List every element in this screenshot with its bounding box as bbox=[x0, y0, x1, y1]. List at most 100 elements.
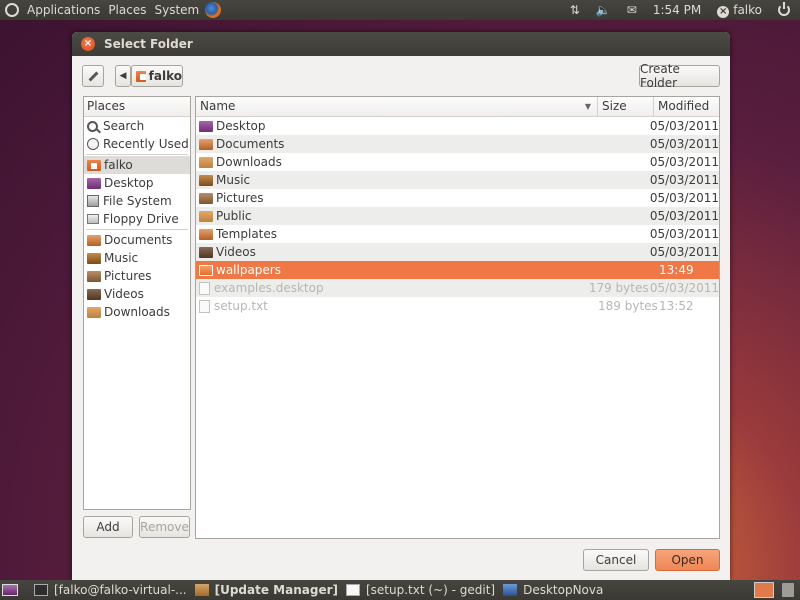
file-list-header: Name ▼ Size Modified bbox=[196, 97, 719, 117]
workspace-switcher[interactable] bbox=[754, 582, 774, 598]
folder-icon bbox=[199, 264, 213, 276]
file-row[interactable]: Videos 05/03/2011 bbox=[196, 243, 719, 261]
desktopnova-icon bbox=[503, 584, 518, 596]
place-item-label: Search bbox=[103, 119, 145, 133]
file-row-selected[interactable]: wallpapers 13:49 bbox=[196, 261, 719, 279]
file-name: setup.txt bbox=[214, 299, 268, 313]
file-modified: 13:49 bbox=[659, 263, 694, 277]
clock[interactable]: 1:54 PM bbox=[653, 3, 701, 17]
file-row[interactable]: Templates 05/03/2011 bbox=[196, 225, 719, 243]
downloads-folder-icon bbox=[87, 306, 101, 318]
file-row[interactable]: Music 05/03/2011 bbox=[196, 171, 719, 189]
file-name: Documents bbox=[216, 137, 285, 151]
music-folder-icon bbox=[199, 174, 213, 186]
task-terminal[interactable]: [falko@falko-virtual-... bbox=[30, 580, 191, 600]
user-icon: × bbox=[717, 5, 730, 18]
home-folder-icon bbox=[136, 70, 146, 82]
places-header[interactable]: Places bbox=[84, 97, 190, 117]
file-modified: 05/03/2011 bbox=[649, 245, 719, 259]
ubuntu-logo-icon[interactable] bbox=[5, 3, 19, 17]
remove-bookmark-button[interactable]: Remove bbox=[139, 516, 190, 538]
path-button-falko[interactable]: falko bbox=[131, 65, 183, 87]
trash-icon[interactable] bbox=[782, 583, 794, 597]
file-size bbox=[590, 135, 645, 153]
network-icon[interactable]: ⇅ bbox=[570, 3, 580, 17]
file-name: wallpapers bbox=[216, 263, 281, 277]
file-name: examples.desktop bbox=[214, 281, 324, 295]
power-icon[interactable] bbox=[778, 2, 790, 16]
place-item-falko[interactable]: falko bbox=[84, 156, 190, 174]
close-icon[interactable]: × bbox=[81, 37, 95, 51]
menu-system[interactable]: System bbox=[150, 3, 203, 17]
file-icon bbox=[199, 281, 210, 295]
templates-folder-icon bbox=[199, 228, 213, 240]
top-panel: Applications Places System ⇅ 🔈 ✉ 1:54 PM… bbox=[0, 0, 800, 20]
desktop-folder-icon bbox=[87, 177, 101, 189]
show-desktop-icon[interactable] bbox=[2, 584, 18, 596]
place-item-file-system[interactable]: File System bbox=[84, 192, 190, 210]
add-bookmark-button[interactable]: Add bbox=[83, 516, 133, 538]
file-name: Downloads bbox=[216, 155, 282, 169]
place-item-pictures[interactable]: Pictures bbox=[84, 267, 190, 285]
file-row[interactable]: Pictures 05/03/2011 bbox=[196, 189, 719, 207]
task-gedit[interactable]: [setup.txt (~) - gedit] bbox=[342, 580, 499, 600]
place-item-floppy-drive[interactable]: Floppy Drive bbox=[84, 210, 190, 228]
file-size bbox=[590, 243, 645, 261]
create-folder-button[interactable]: Create Folder bbox=[639, 62, 720, 90]
public-folder-icon bbox=[199, 210, 213, 222]
gedit-icon bbox=[345, 584, 360, 596]
file-size bbox=[590, 225, 645, 243]
file-modified: 05/03/2011 bbox=[649, 281, 719, 295]
place-item-label: Downloads bbox=[104, 305, 170, 319]
user-menu[interactable]: × falko bbox=[717, 3, 762, 18]
column-header-modified[interactable]: Modified bbox=[654, 97, 719, 116]
videos-folder-icon bbox=[199, 246, 213, 258]
file-size bbox=[598, 261, 654, 279]
volume-icon[interactable]: 🔈 bbox=[596, 3, 611, 17]
place-item-desktop[interactable]: Desktop bbox=[84, 174, 190, 192]
place-item-videos[interactable]: Videos bbox=[84, 285, 190, 303]
task-update-manager[interactable]: [Update Manager] bbox=[191, 580, 342, 600]
terminal-icon bbox=[34, 584, 48, 596]
file-size bbox=[590, 189, 645, 207]
place-item-label: Desktop bbox=[104, 176, 154, 190]
path-back-button[interactable]: ◀ bbox=[115, 65, 131, 87]
file-name: Desktop bbox=[216, 119, 266, 133]
type-location-button[interactable] bbox=[82, 65, 104, 87]
place-item-recently-used[interactable]: Recently Used bbox=[84, 135, 190, 153]
dialog-titlebar[interactable]: × Select Folder bbox=[72, 32, 730, 56]
file-size: 179 bytes bbox=[588, 281, 649, 295]
open-button[interactable]: Open bbox=[655, 549, 720, 571]
chevron-left-icon: ◀ bbox=[119, 71, 127, 81]
cancel-button[interactable]: Cancel bbox=[583, 549, 649, 571]
place-item-downloads[interactable]: Downloads bbox=[84, 303, 190, 321]
pictures-folder-icon bbox=[199, 192, 213, 204]
file-size bbox=[590, 153, 645, 171]
file-row[interactable]: Documents 05/03/2011 bbox=[196, 135, 719, 153]
dialog-title: Select Folder bbox=[104, 37, 193, 51]
task-label: [Update Manager] bbox=[214, 583, 338, 597]
floppy-icon bbox=[87, 214, 99, 224]
file-list[interactable]: Name ▼ Size Modified Desktop 05/03/2011 … bbox=[195, 96, 720, 539]
place-item-documents[interactable]: Documents bbox=[84, 231, 190, 249]
firefox-icon[interactable] bbox=[205, 2, 222, 18]
menu-places[interactable]: Places bbox=[104, 3, 150, 17]
place-item-music[interactable]: Music bbox=[84, 249, 190, 267]
file-row[interactable]: Public 05/03/2011 bbox=[196, 207, 719, 225]
column-header-size[interactable]: Size bbox=[598, 97, 654, 116]
column-header-name[interactable]: Name ▼ bbox=[196, 97, 598, 116]
place-item-label: Recently Used bbox=[103, 137, 189, 151]
documents-folder-icon bbox=[87, 234, 101, 246]
file-modified: 05/03/2011 bbox=[649, 155, 719, 169]
task-desktopnova[interactable]: DesktopNova bbox=[499, 580, 607, 600]
place-item-search[interactable]: Search bbox=[84, 117, 190, 135]
menu-applications[interactable]: Applications bbox=[23, 3, 104, 17]
file-row[interactable]: Downloads 05/03/2011 bbox=[196, 153, 719, 171]
file-row[interactable]: Desktop 05/03/2011 bbox=[196, 117, 719, 135]
file-size: 189 bytes bbox=[598, 299, 658, 313]
home-folder-icon bbox=[87, 159, 101, 171]
file-name: Videos bbox=[216, 245, 256, 259]
text-file-icon bbox=[199, 299, 210, 313]
mail-icon[interactable]: ✉ bbox=[627, 3, 637, 17]
task-label: [setup.txt (~) - gedit] bbox=[365, 583, 496, 597]
